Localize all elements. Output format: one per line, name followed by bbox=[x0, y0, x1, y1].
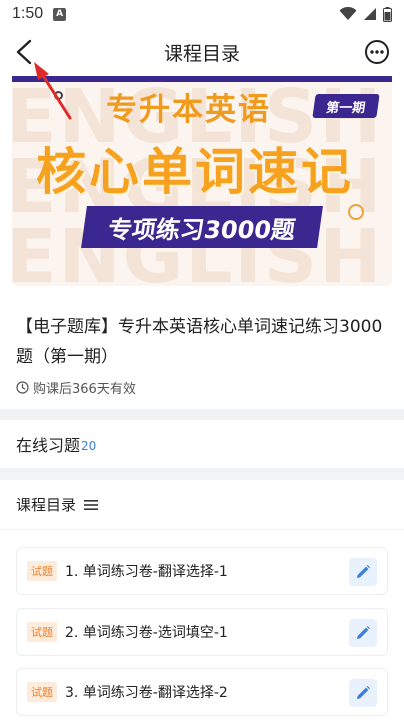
course-title: 【电子题库】专升本英语核心单词速记练习3000题（第一期） bbox=[16, 317, 383, 367]
banner-pill: 专项练习3000题 bbox=[81, 206, 323, 248]
more-icon bbox=[365, 40, 389, 64]
banner-badge: 第一期 bbox=[312, 94, 380, 118]
item-tag: 试题 bbox=[27, 561, 57, 581]
course-banner: ENGLISH ENGLISH ENGLISH 专升本英语 第一期 核心单词速记… bbox=[0, 76, 404, 296]
more-button[interactable] bbox=[364, 39, 390, 65]
item-tag: 试题 bbox=[27, 622, 57, 642]
item-tag: 试题 bbox=[27, 682, 57, 702]
clock-icon bbox=[16, 381, 29, 394]
online-practice-row[interactable]: 在线习题 20 bbox=[0, 420, 404, 468]
pencil-icon bbox=[357, 686, 370, 699]
catalog-section: 课程目录 试题 1. 单词练习卷-翻译选择-1 试题 2. 单词练习卷-选词填空… bbox=[0, 480, 404, 720]
status-icons bbox=[339, 6, 392, 22]
nav-bar: 课程目录 bbox=[0, 28, 404, 76]
edit-button[interactable] bbox=[349, 679, 377, 707]
signal-icon bbox=[364, 8, 376, 20]
status-bar: 1:50 A bbox=[0, 0, 404, 28]
catalog-title: 课程目录 bbox=[16, 496, 77, 514]
banner-title: 核心单词速记 bbox=[36, 143, 354, 201]
battery-icon bbox=[383, 6, 392, 22]
practice-label: 在线习题 bbox=[16, 436, 81, 455]
pencil-icon bbox=[357, 626, 370, 639]
catalog-item[interactable]: 试题 2. 单词练习卷-选词填空-1 bbox=[16, 608, 388, 656]
catalog-item[interactable]: 试题 1. 单词练习卷-翻译选择-1 bbox=[16, 547, 388, 595]
validity-text: 购课后366天有效 bbox=[33, 382, 136, 397]
catalog-header: 课程目录 bbox=[0, 480, 404, 530]
catalog-item[interactable]: 试题 3. 单词练习卷-翻译选择-2 bbox=[16, 668, 388, 716]
item-title: 1. 单词练习卷-翻译选择-1 bbox=[65, 564, 228, 580]
practice-count: 20 bbox=[81, 439, 97, 453]
notification-icon: A bbox=[53, 7, 67, 21]
page-title: 课程目录 bbox=[163, 42, 240, 65]
course-info: 【电子题库】专升本英语核心单词速记练习3000题（第一期） 购课后366天有效 bbox=[0, 296, 404, 409]
item-title: 2. 单词练习卷-选词填空-1 bbox=[65, 625, 228, 641]
item-title: 3. 单词练习卷-翻译选择-2 bbox=[65, 685, 228, 701]
wifi-icon bbox=[339, 7, 357, 20]
banner-headline: 专升本英语 bbox=[106, 92, 271, 128]
back-button[interactable] bbox=[10, 38, 38, 66]
validity-row: 购课后366天有效 bbox=[16, 378, 388, 397]
status-time: 1:50 bbox=[12, 5, 44, 22]
edit-button[interactable] bbox=[349, 558, 377, 586]
decor-circle bbox=[348, 204, 364, 220]
edit-button[interactable] bbox=[349, 619, 377, 647]
chevron-left-icon bbox=[16, 39, 32, 65]
list-menu-icon[interactable] bbox=[84, 499, 99, 511]
banner-image: ENGLISH ENGLISH ENGLISH 专升本英语 第一期 核心单词速记… bbox=[12, 76, 392, 286]
pencil-icon bbox=[357, 565, 370, 578]
decor-dot bbox=[54, 91, 63, 100]
